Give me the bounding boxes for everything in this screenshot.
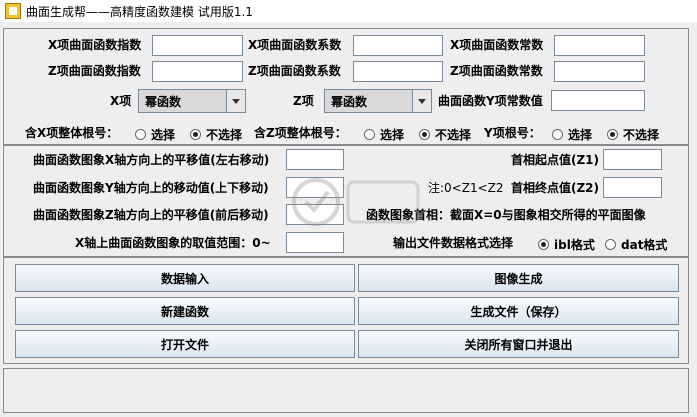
phase-start-label: 首相起点值(Z1) <box>511 153 600 167</box>
x-coef-label: X项曲面函数系数 <box>248 38 342 52</box>
x-const-label: X项曲面函数常数 <box>450 38 544 52</box>
x-const-input[interactable] <box>554 35 645 56</box>
range-label: X轴上曲面函数图象的取值范围：0~ <box>75 236 271 250</box>
y-const-input[interactable] <box>551 90 645 111</box>
z-coef-label: Z项曲面函数系数 <box>248 64 341 78</box>
status-panel <box>3 368 689 413</box>
radio-checked-icon <box>419 129 430 140</box>
radio-icon <box>552 129 563 140</box>
y-root-yes-radio[interactable]: 选择 <box>552 126 592 143</box>
phase-end-label: 首相终点值(Z2) <box>511 181 600 195</box>
data-input-button[interactable]: 数据输入 <box>15 264 355 292</box>
z-type-label: Z项 <box>293 94 314 108</box>
z-root-yes-radio[interactable]: 选择 <box>364 126 404 143</box>
radio-checked-icon <box>190 129 201 140</box>
format-dat-radio[interactable]: dat格式 <box>605 236 667 253</box>
open-file-button[interactable]: 打开文件 <box>15 330 355 358</box>
phase-start-input[interactable] <box>603 149 662 170</box>
x-type-label: X项 <box>110 94 132 108</box>
y-shift-label: 曲面函数图象Y轴方向上的移动值(上下移动) <box>33 181 269 195</box>
z-const-input[interactable] <box>554 61 645 82</box>
new-function-button[interactable]: 新建函数 <box>15 297 355 325</box>
format-ibl-radio[interactable]: ibl格式 <box>538 236 595 253</box>
title-bar: 曲面生成帮——高精度函数建模 试用版1.1 <box>0 0 697 22</box>
watermark-logo <box>292 178 420 226</box>
y-root-no-radio[interactable]: 不选择 <box>607 126 659 143</box>
x-shift-label: 曲面函数图象X轴方向上的平移值(左右移动) <box>33 153 270 167</box>
x-root-yes-radio[interactable]: 选择 <box>135 126 175 143</box>
x-root-label: 含X项整体根号： <box>25 126 119 140</box>
phase-end-input[interactable] <box>603 177 662 198</box>
z-exp-input[interactable] <box>152 61 243 82</box>
radio-icon <box>364 129 375 140</box>
radio-checked-icon <box>538 239 549 250</box>
radio-checked-icon <box>607 129 618 140</box>
z-type-select[interactable]: 幂函数 <box>324 89 432 113</box>
x-coef-input[interactable] <box>353 35 443 56</box>
z-root-no-radio[interactable]: 不选择 <box>419 126 471 143</box>
z-exp-label: Z项曲面函数指数 <box>48 64 141 78</box>
x-exp-input[interactable] <box>152 35 243 56</box>
close-exit-button[interactable]: 关闭所有窗口并退出 <box>358 330 679 358</box>
z-coef-input[interactable] <box>353 61 443 82</box>
z-root-label: 含Z项整体根号： <box>254 126 347 140</box>
window-title: 曲面生成帮——高精度函数建模 试用版1.1 <box>26 5 253 19</box>
x-exp-label: X项曲面函数指数 <box>48 38 142 52</box>
x-type-select[interactable]: 幂函数 <box>138 89 246 113</box>
z-const-label: Z项曲面函数常数 <box>450 64 543 78</box>
z-type-value: 幂函数 <box>331 95 368 109</box>
image-gen-button[interactable]: 图像生成 <box>358 264 679 292</box>
generate-file-button[interactable]: 生成文件（保存） <box>358 297 679 325</box>
y-root-label: Y项根号： <box>484 126 541 140</box>
chevron-down-icon[interactable] <box>412 90 431 112</box>
x-type-value: 幂函数 <box>145 95 182 109</box>
phase-note: 注:0<Z1<Z2 <box>428 181 504 195</box>
y-const-label: 曲面函数Y项常数值 <box>438 94 543 108</box>
z-shift-label: 曲面函数图象Z轴方向上的平移值(前后移动) <box>33 208 269 222</box>
radio-icon <box>605 239 616 250</box>
radio-icon <box>135 129 146 140</box>
x-root-no-radio[interactable]: 不选择 <box>190 126 242 143</box>
app-icon <box>5 3 21 19</box>
chevron-down-icon[interactable] <box>226 90 245 112</box>
